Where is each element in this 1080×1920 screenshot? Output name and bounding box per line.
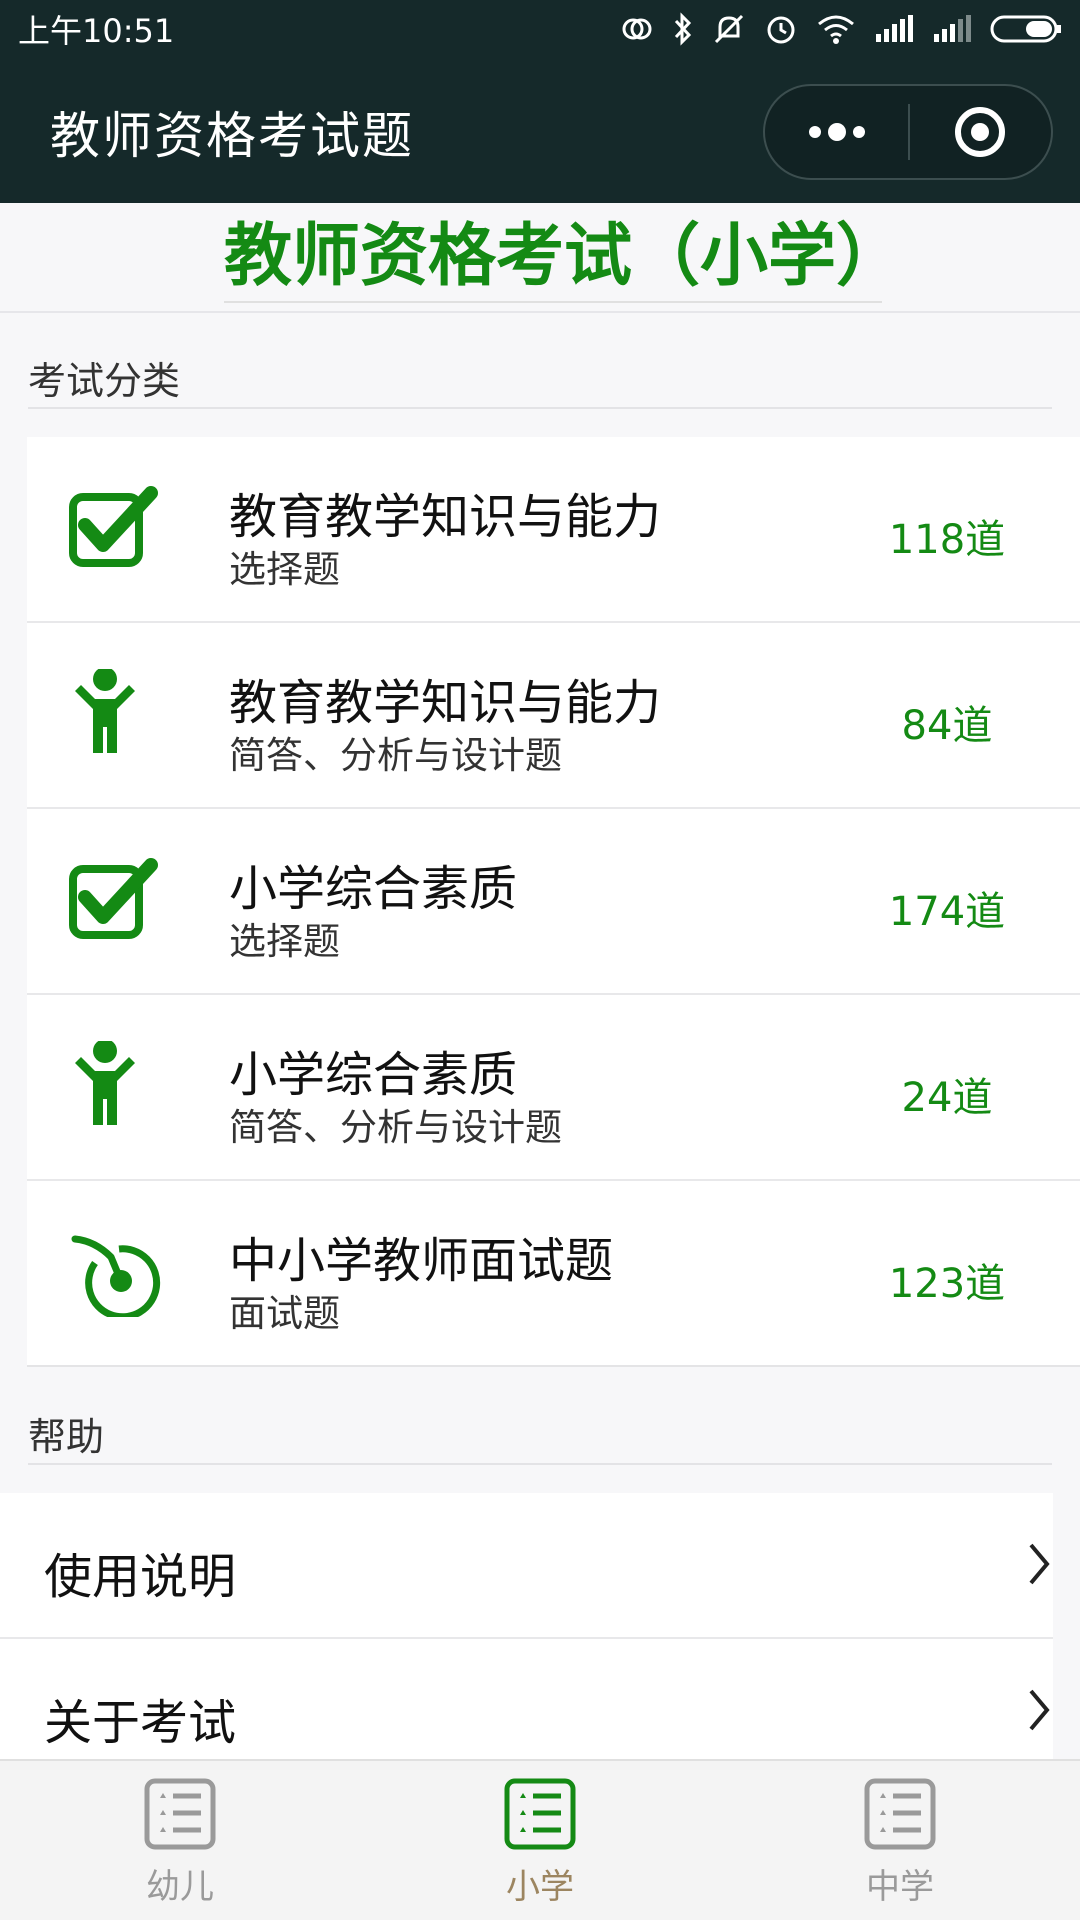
menu-capsule [763, 84, 1053, 180]
category-title: 小学综合素质 [229, 861, 518, 917]
signal-icon [876, 15, 913, 42]
category-item-1[interactable]: 教育教学知识与能力 简答、分析与设计题 84道 [27, 623, 1080, 809]
bluetooth-icon [674, 12, 692, 46]
category-subtitle: 面试题 [229, 1292, 340, 1335]
section-divider [28, 1463, 1052, 1465]
category-title: 小学综合素质 [229, 1047, 518, 1103]
nav-title: 教师资格考试题 [50, 107, 414, 165]
checkbox-icon [69, 858, 158, 939]
wifi-icon [818, 15, 854, 44]
section-divider [28, 407, 1052, 409]
category-item-2[interactable]: 小学综合素质 选择题 174道 [27, 809, 1080, 995]
chevron-right-icon [1029, 1543, 1050, 1585]
categories-section-label: 考试分类 [28, 359, 181, 403]
category-count: 24道 [901, 1075, 993, 1121]
list-icon [864, 1778, 936, 1850]
tab-primary[interactable]: 小学 [360, 1761, 720, 1920]
category-count: 84道 [901, 703, 993, 749]
page-title: 教师资格考试（小学） [224, 217, 904, 303]
category-count: 123道 [888, 1261, 1006, 1307]
tab-bar: 幼儿 小学 中学 [0, 1759, 1080, 1920]
help-list: 使用说明 关于考试 [0, 1493, 1053, 1785]
chevron-right-icon [1029, 1689, 1050, 1731]
help-item-label: 关于考试 [44, 1695, 237, 1751]
help-item-usage[interactable]: 使用说明 [0, 1493, 1053, 1639]
mute-icon [714, 14, 744, 44]
status-time: 上午10:51 [18, 12, 175, 50]
close-target-icon [955, 107, 1006, 157]
signal-icon-2 [934, 15, 971, 42]
tab-kindergarten[interactable]: 幼儿 [0, 1761, 360, 1920]
category-count: 174道 [888, 889, 1006, 935]
close-button[interactable] [910, 86, 1051, 178]
category-item-0[interactable]: 教育教学知识与能力 选择题 118道 [27, 437, 1080, 623]
status-icons [620, 12, 1062, 46]
person-icon [75, 1041, 135, 1125]
page-header: 教师资格考试（小学） [0, 203, 1080, 313]
tab-middle-school[interactable]: 中学 [720, 1761, 1080, 1920]
checkbox-icon [69, 486, 158, 567]
category-item-3[interactable]: 小学综合素质 简答、分析与设计题 24道 [27, 995, 1080, 1181]
more-button[interactable] [765, 86, 908, 178]
tab-label: 幼儿 [146, 1867, 214, 1907]
list-icon [144, 1778, 216, 1850]
help-section-label: 帮助 [28, 1415, 105, 1459]
battery-icon [990, 15, 1061, 43]
more-icon [808, 123, 865, 141]
category-item-4[interactable]: 中小学教师面试题 面试题 123道 [27, 1181, 1080, 1367]
category-title: 教育教学知识与能力 [229, 489, 662, 545]
alarm-icon [767, 16, 795, 44]
category-count: 118道 [888, 517, 1006, 563]
category-list: 教育教学知识与能力 选择题 118道 教育教学知识与能力 简答、分析与设计题 8… [27, 437, 1080, 1367]
list-icon [504, 1778, 576, 1850]
category-title: 教育教学知识与能力 [229, 675, 662, 731]
status-bar: 上午10:51 [0, 0, 1080, 58]
category-subtitle: 选择题 [229, 920, 340, 963]
category-title: 中小学教师面试题 [229, 1233, 614, 1289]
category-subtitle: 简答、分析与设计题 [229, 1106, 562, 1149]
top-bar: 上午10:51 教师资格考试题 [0, 0, 1080, 203]
tab-label: 中学 [866, 1867, 934, 1907]
category-subtitle: 选择题 [229, 548, 340, 591]
person-icon [75, 669, 135, 753]
target-icon [71, 1235, 161, 1317]
help-item-label: 使用说明 [44, 1549, 237, 1605]
category-subtitle: 简答、分析与设计题 [229, 734, 562, 777]
tab-label: 小学 [506, 1867, 574, 1907]
link-icon [622, 18, 652, 40]
